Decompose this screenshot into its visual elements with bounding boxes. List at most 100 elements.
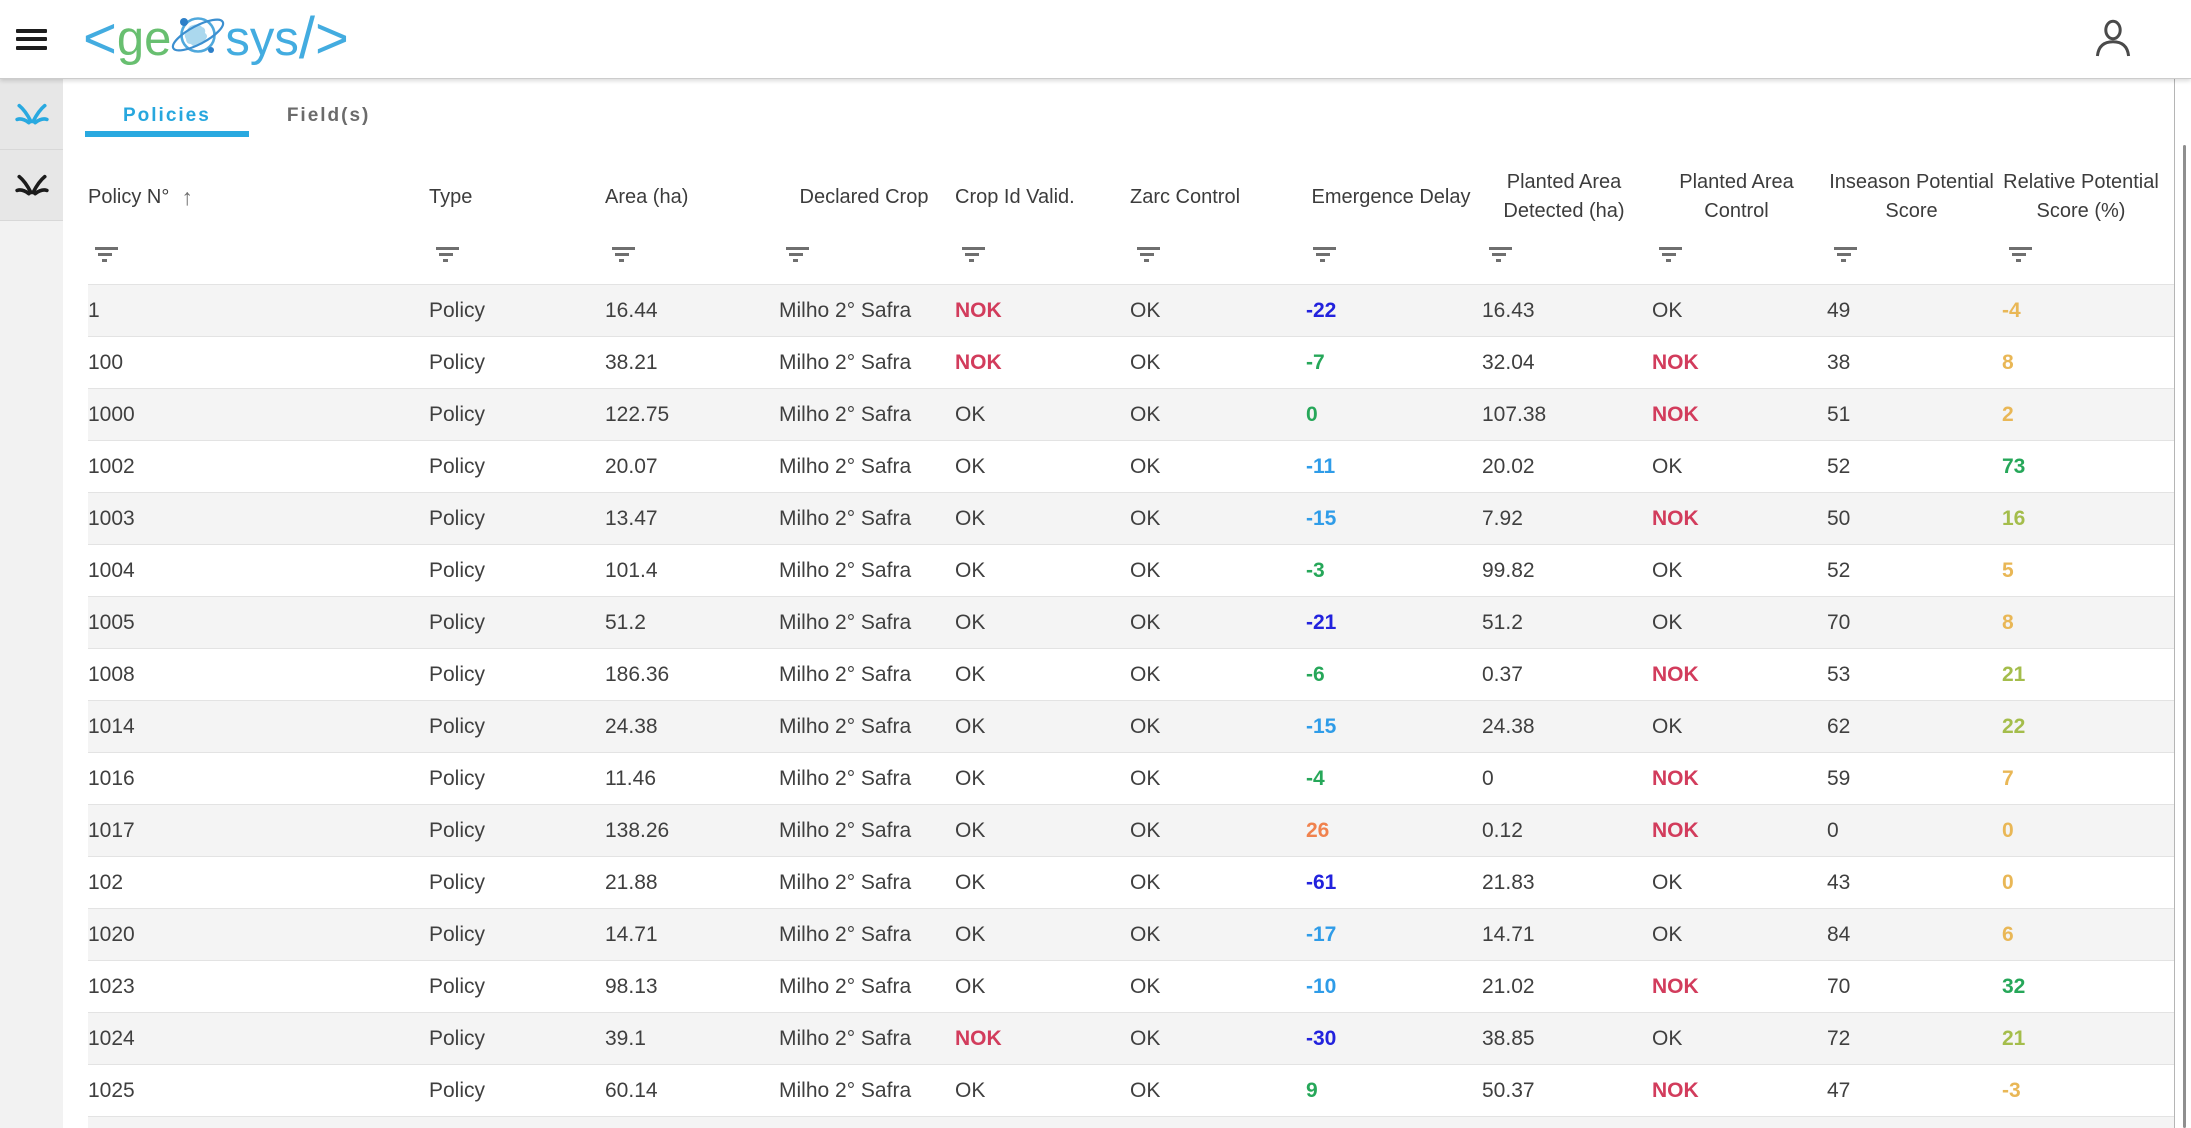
- cell-inseason_score: 53: [1827, 663, 2002, 687]
- cell-policy: 1024: [88, 1027, 429, 1051]
- cell-declared_crop: Milho 2° Safra: [779, 403, 955, 427]
- filter-icon[interactable]: [1482, 242, 1652, 263]
- cell-crop_id_valid: OK: [955, 767, 1130, 791]
- column-header-relative_score[interactable]: Relative Potential Score (%): [2002, 168, 2166, 226]
- cell-zarc_control: OK: [1130, 1027, 1306, 1051]
- table-row[interactable]: 1005Policy51.2Milho 2° SafraOKOK-2151.2O…: [88, 597, 2174, 649]
- tab-policies[interactable]: Policies: [85, 79, 249, 152]
- cell-declared_crop: Milho 2° Safra: [779, 559, 955, 583]
- cell-zarc_control: OK: [1130, 715, 1306, 739]
- table-row[interactable]: 1Policy16.44Milho 2° SafraNOKOK-2216.43O…: [88, 285, 2174, 337]
- cell-planted_area_detected: 21.02: [1482, 975, 1652, 999]
- cell-inseason_score: 52: [1827, 455, 2002, 479]
- table-row[interactable]: 1003Policy13.47Milho 2° SafraOKOK-157.92…: [88, 493, 2174, 545]
- cell-area: 14.71: [605, 923, 779, 947]
- cell-area: 20.07: [605, 455, 779, 479]
- tab-fields[interactable]: Field(s): [249, 79, 409, 152]
- table-row-partial: [88, 1117, 2174, 1128]
- filter-icon[interactable]: [1652, 242, 1827, 263]
- cell-planted_area_detected: 7.92: [1482, 507, 1652, 531]
- cell-zarc_control: OK: [1130, 299, 1306, 323]
- cell-policy: 1000: [88, 403, 429, 427]
- vertical-scrollbar[interactable]: [2183, 145, 2186, 1128]
- logo-text-ge: ge: [117, 15, 172, 64]
- cell-emergence_delay: -3: [1306, 559, 1482, 583]
- cell-declared_crop: Milho 2° Safra: [779, 611, 955, 635]
- table-row[interactable]: 1014Policy24.38Milho 2° SafraOKOK-1524.3…: [88, 701, 2174, 753]
- cell-crop_id_valid: OK: [955, 923, 1130, 947]
- filter-icon[interactable]: [1130, 242, 1306, 263]
- filter-icon[interactable]: [1827, 242, 2002, 263]
- cell-relative_score: 2: [2002, 403, 2166, 427]
- cell-planted_area_control: OK: [1652, 923, 1827, 947]
- table-row[interactable]: 1023Policy98.13Milho 2° SafraOKOK-1021.0…: [88, 961, 2174, 1013]
- cell-policy: 1014: [88, 715, 429, 739]
- cell-area: 101.4: [605, 559, 779, 583]
- table-row[interactable]: 1020Policy14.71Milho 2° SafraOKOK-1714.7…: [88, 909, 2174, 961]
- table-row[interactable]: 1008Policy186.36Milho 2° SafraOKOK-60.37…: [88, 649, 2174, 701]
- cell-area: 51.2: [605, 611, 779, 635]
- sidebar-item-1[interactable]: [0, 79, 63, 150]
- cell-type: Policy: [429, 975, 605, 999]
- menu-icon[interactable]: [16, 24, 47, 54]
- table-row[interactable]: 102Policy21.88Milho 2° SafraOKOK-6121.83…: [88, 857, 2174, 909]
- cell-area: 122.75: [605, 403, 779, 427]
- column-header-area[interactable]: Area (ha): [605, 183, 779, 212]
- cell-policy: 1004: [88, 559, 429, 583]
- cell-area: 11.46: [605, 767, 779, 791]
- filter-icon[interactable]: [779, 242, 955, 263]
- cell-declared_crop: Milho 2° Safra: [779, 871, 955, 895]
- table-row[interactable]: 1025Policy60.14Milho 2° SafraOKOK950.37N…: [88, 1065, 2174, 1117]
- cell-planted_area_detected: 16.43: [1482, 299, 1652, 323]
- column-header-planted_area_detected[interactable]: Planted Area Detected (ha): [1482, 168, 1652, 226]
- cell-planted_area_detected: 0: [1482, 767, 1652, 791]
- column-header-type[interactable]: Type: [429, 183, 605, 212]
- table-body: 1Policy16.44Milho 2° SafraNOKOK-2216.43O…: [88, 284, 2174, 1117]
- filter-icon[interactable]: [1306, 242, 1482, 263]
- filter-icon[interactable]: [2002, 242, 2166, 263]
- cell-inseason_score: 0: [1827, 819, 2002, 843]
- column-header-crop_id_valid[interactable]: Crop Id Valid.: [955, 183, 1130, 212]
- cell-crop_id_valid: OK: [955, 403, 1130, 427]
- sidebar-item-2[interactable]: [0, 150, 63, 221]
- table-row[interactable]: 1017Policy138.26Milho 2° SafraOKOK260.12…: [88, 805, 2174, 857]
- logo-text-sys: sys: [225, 15, 299, 64]
- table-row[interactable]: 100Policy38.21Milho 2° SafraNOKOK-732.04…: [88, 337, 2174, 389]
- cell-policy: 1020: [88, 923, 429, 947]
- cell-policy: 102: [88, 871, 429, 895]
- column-header-declared_crop[interactable]: Declared Crop: [779, 183, 955, 212]
- cell-planted_area_control: NOK: [1652, 507, 1827, 531]
- cell-inseason_score: 72: [1827, 1027, 2002, 1051]
- cell-type: Policy: [429, 767, 605, 791]
- cell-declared_crop: Milho 2° Safra: [779, 767, 955, 791]
- cell-zarc_control: OK: [1130, 975, 1306, 999]
- cell-inseason_score: 51: [1827, 403, 2002, 427]
- filter-icon[interactable]: [429, 242, 605, 263]
- filter-icon[interactable]: [88, 242, 429, 263]
- column-header-label: Planted Area Detected (ha): [1482, 168, 1646, 226]
- column-header-zarc_control[interactable]: Zarc Control: [1130, 183, 1306, 212]
- cell-crop_id_valid: OK: [955, 715, 1130, 739]
- cell-relative_score: 73: [2002, 455, 2166, 479]
- table-row[interactable]: 1024Policy39.1Milho 2° SafraNOKOK-3038.8…: [88, 1013, 2174, 1065]
- cell-crop_id_valid: OK: [955, 611, 1130, 635]
- table-row[interactable]: 1016Policy11.46Milho 2° SafraOKOK-40NOK5…: [88, 753, 2174, 805]
- column-header-label: Relative Potential Score (%): [2002, 168, 2160, 226]
- filter-icon[interactable]: [955, 242, 1130, 263]
- table-row[interactable]: 1004Policy101.4Milho 2° SafraOKOK-399.82…: [88, 545, 2174, 597]
- cell-type: Policy: [429, 299, 605, 323]
- cell-type: Policy: [429, 559, 605, 583]
- cell-area: 186.36: [605, 663, 779, 687]
- column-header-policy[interactable]: Policy N°↑: [88, 183, 429, 212]
- cell-inseason_score: 52: [1827, 559, 2002, 583]
- column-header-inseason_score[interactable]: Inseason Potential Score: [1827, 168, 2002, 226]
- sidebar: [0, 79, 63, 1128]
- column-header-planted_area_control[interactable]: Planted Area Control: [1652, 168, 1827, 226]
- user-icon[interactable]: [2089, 14, 2137, 64]
- table-row[interactable]: 1002Policy20.07Milho 2° SafraOKOK-1120.0…: [88, 441, 2174, 493]
- table-row[interactable]: 1000Policy122.75Milho 2° SafraOKOK0107.3…: [88, 389, 2174, 441]
- cell-zarc_control: OK: [1130, 923, 1306, 947]
- filter-icon[interactable]: [605, 242, 779, 263]
- cell-relative_score: 21: [2002, 1027, 2166, 1051]
- column-header-emergence_delay[interactable]: Emergence Delay: [1306, 183, 1482, 212]
